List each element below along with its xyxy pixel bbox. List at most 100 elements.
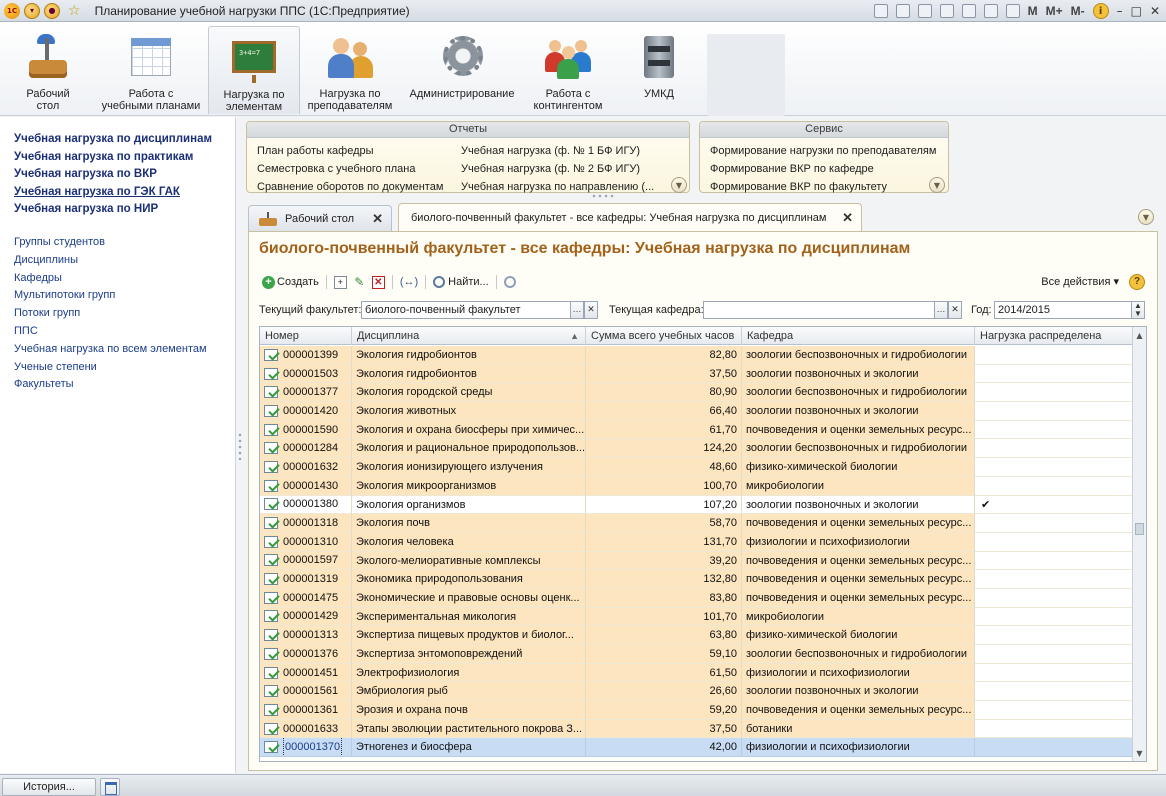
maximize-button[interactable]: □ xyxy=(1131,4,1142,18)
app-logo-icon[interactable]: 1С xyxy=(4,2,20,19)
cell-department[interactable]: микробиологии xyxy=(742,476,975,496)
cell-department[interactable]: зоологии позвоночных и экологии xyxy=(742,402,975,421)
cell-number[interactable]: 000001590 xyxy=(260,420,352,440)
nav-pps[interactable]: ППС xyxy=(14,323,207,341)
cell-number[interactable]: 000001503 xyxy=(260,364,352,384)
cell-department[interactable]: зоологии позвоночных и экологии xyxy=(742,495,975,515)
table-row[interactable]: 000001590 Экология и охрана биосферы при … xyxy=(260,420,1134,440)
faculty-select-button[interactable]: … xyxy=(570,301,584,319)
cell-hours[interactable]: 61,50 xyxy=(586,663,742,683)
nav-load-nir[interactable]: Учебная нагрузка по НИР xyxy=(14,201,212,219)
cell-distributed[interactable] xyxy=(975,719,1134,739)
report-semester-plan[interactable]: Семестровка с учебного плана xyxy=(257,160,443,178)
help-icon[interactable]: ? xyxy=(1129,274,1145,290)
col-discipline[interactable]: Дисциплина ▲ xyxy=(352,327,586,345)
year-field[interactable]: 2014/2015 xyxy=(994,301,1132,319)
favorites-add-icon[interactable] xyxy=(939,4,954,18)
history-button[interactable]: История... xyxy=(2,778,96,796)
section-contingent[interactable]: Работа с контингентом xyxy=(526,26,610,114)
cell-number[interactable]: 000001376 xyxy=(260,645,352,664)
cell-hours[interactable]: 59,20 xyxy=(586,701,742,720)
cell-department[interactable]: зоологии беспозвоночных и гидробиологии xyxy=(742,645,975,664)
cell-number[interactable]: 000001429 xyxy=(260,607,352,627)
close-window-button[interactable]: ✕ xyxy=(1150,4,1160,18)
cell-distributed[interactable] xyxy=(975,607,1134,627)
cell-number[interactable]: 000001633 xyxy=(260,719,352,739)
cell-number[interactable]: 000001313 xyxy=(260,626,352,645)
cell-department[interactable]: почвоведения и оценки земельных ресурс..… xyxy=(742,570,975,589)
table-row[interactable]: 000001429 Экспериментальная микология 101,… xyxy=(260,607,1134,627)
cell-discipline[interactable]: Экология человека xyxy=(352,532,586,552)
table-row[interactable]: 000001632 Экология ионизирующего излучени… xyxy=(260,458,1134,477)
cancel-search-button[interactable] xyxy=(501,272,519,292)
cell-department[interactable]: зоологии позвоночных и экологии xyxy=(742,682,975,702)
cell-department[interactable]: физиологии и психофизиологии xyxy=(742,532,975,552)
cell-number[interactable]: 000001430 xyxy=(260,476,352,496)
print-icon[interactable] xyxy=(895,4,910,18)
copy-button[interactable]: + xyxy=(331,272,350,292)
cell-number[interactable]: 000001399 xyxy=(260,346,352,365)
table-row[interactable]: 000001376 Экспертиза энтомоповреждений 59,… xyxy=(260,645,1134,664)
cell-distributed[interactable] xyxy=(975,738,1134,758)
cell-discipline[interactable]: Экспериментальная микология xyxy=(352,607,586,627)
cell-number[interactable]: 000001377 xyxy=(260,383,352,403)
nav-disciplines[interactable]: Дисциплины xyxy=(14,252,207,270)
cell-number[interactable]: 000001475 xyxy=(260,588,352,608)
nav-load-vkr[interactable]: Учебная нагрузка по ВКР xyxy=(14,166,212,184)
cell-number[interactable]: 000001310 xyxy=(260,532,352,552)
service-expand-icon[interactable]: ▼ xyxy=(929,177,945,193)
cell-number[interactable]: 000001451 xyxy=(260,663,352,683)
cell-discipline[interactable]: Этногенез и биосфера xyxy=(352,738,586,758)
cell-distributed[interactable] xyxy=(975,682,1134,702)
cell-hours[interactable]: 131,70 xyxy=(586,532,742,552)
cell-distributed[interactable] xyxy=(975,645,1134,664)
section-load-by-teachers[interactable]: Нагрузка по преподавателям xyxy=(302,26,398,114)
scroll-thumb[interactable] xyxy=(1135,523,1144,535)
cell-distributed[interactable] xyxy=(975,458,1134,477)
find-button[interactable]: Найти... xyxy=(430,272,492,292)
table-row[interactable]: 000001380 Экология организмов 107,20 зоолог… xyxy=(260,495,1134,515)
cell-discipline[interactable]: Экология гидробионтов xyxy=(352,346,586,365)
cell-discipline[interactable]: Экология организмов xyxy=(352,495,586,515)
cell-hours[interactable]: 66,40 xyxy=(586,402,742,421)
table-row[interactable]: 000001503 Экология гидробионтов 37,50 зооло… xyxy=(260,364,1134,384)
delete-button[interactable]: ✕ xyxy=(369,272,388,292)
table-row[interactable]: 000001310 Экология человека 131,70 физиолог… xyxy=(260,532,1134,552)
cell-hours[interactable]: 37,50 xyxy=(586,364,742,384)
cell-department[interactable]: почвоведения и оценки земельных ресурс..… xyxy=(742,701,975,720)
cell-distributed[interactable] xyxy=(975,663,1134,683)
cell-number[interactable]: 000001561 xyxy=(260,682,352,702)
cell-distributed[interactable] xyxy=(975,383,1134,403)
cell-department[interactable]: почвоведения и оценки земельных ресурс..… xyxy=(742,551,975,571)
table-row[interactable]: 000001475 Экономические и правовые основы… xyxy=(260,588,1134,608)
table-row[interactable]: 000001633 Этапы эволюции растительного по… xyxy=(260,719,1134,739)
cell-hours[interactable]: 132,80 xyxy=(586,570,742,589)
cell-number[interactable]: 000001361 xyxy=(260,701,352,720)
report-load-form1[interactable]: Учебная нагрузка (ф. № 1 БФ ИГУ) xyxy=(461,142,654,160)
table-row[interactable]: 000001319 Экономика природопользования 132… xyxy=(260,570,1134,589)
record-icon[interactable]: ● xyxy=(44,2,60,19)
history-icon[interactable] xyxy=(961,4,976,18)
col-distributed[interactable]: Нагрузка распределена xyxy=(975,327,1134,345)
cell-hours[interactable]: 61,70 xyxy=(586,420,742,440)
cell-department[interactable]: ботаники xyxy=(742,719,975,739)
section-study-plans[interactable]: Работа с учебными планами xyxy=(96,26,206,114)
table-row[interactable]: 000001313 Экспертиза пищевых продуктов и … xyxy=(260,626,1134,645)
cell-distributed[interactable] xyxy=(975,476,1134,496)
nav-load-gek-gak[interactable]: Учебная нагрузка по ГЭК ГАК xyxy=(14,184,212,202)
reports-expand-icon[interactable]: ▼ xyxy=(671,177,687,193)
cell-discipline[interactable]: Экспертиза пищевых продуктов и биолог... xyxy=(352,626,586,645)
cell-department[interactable]: физиологии и психофизиологии xyxy=(742,738,975,758)
scroll-up-icon[interactable]: ▲ xyxy=(1133,328,1146,344)
table-row[interactable]: 000001361 Эрозия и охрана почв 59,20 почвов… xyxy=(260,701,1134,720)
cell-department[interactable]: почвоведения и оценки земельных ресурс..… xyxy=(742,420,975,440)
tab-load-disciplines[interactable]: биолого-почвенный факультет - все кафедр… xyxy=(398,203,862,232)
cell-hours[interactable]: 82,80 xyxy=(586,346,742,365)
info-icon[interactable]: i xyxy=(1092,3,1109,19)
tabs-menu-icon[interactable]: ▼ xyxy=(1138,209,1154,225)
cell-department[interactable]: физико-химической биологии xyxy=(742,626,975,645)
cell-hours[interactable]: 59,10 xyxy=(586,645,742,664)
panel-splitter[interactable] xyxy=(238,432,242,460)
cell-department[interactable]: физиологии и психофизиологии xyxy=(742,663,975,683)
command-panel-grip[interactable] xyxy=(591,194,615,198)
